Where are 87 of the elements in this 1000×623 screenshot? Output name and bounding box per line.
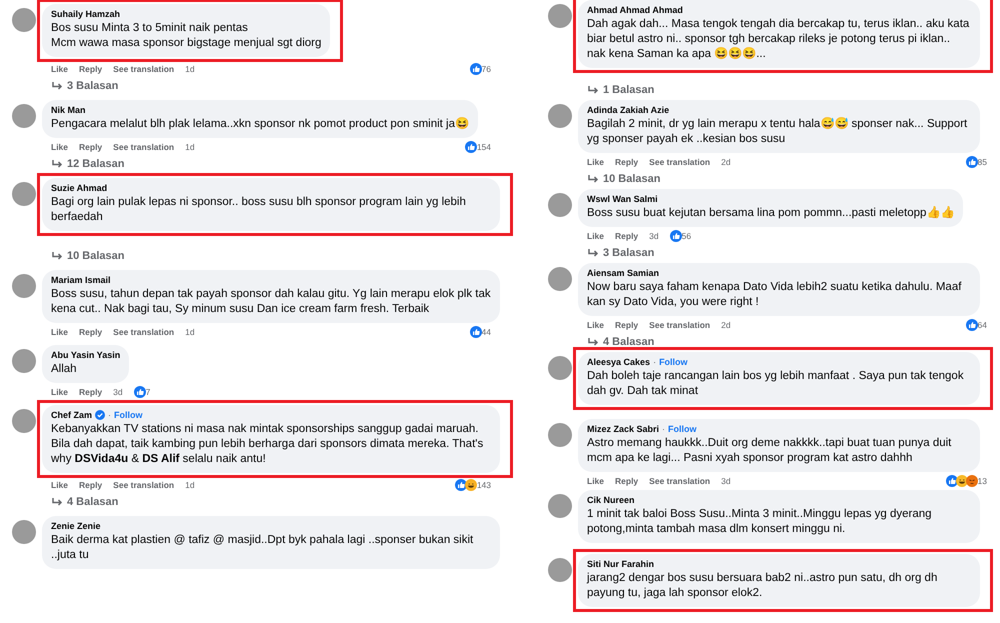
replies-link[interactable]: 10 Balasan (67, 250, 124, 262)
reaction-count[interactable]: 76 (482, 64, 491, 74)
reply-link[interactable]: Reply (615, 320, 638, 330)
comment-text: Boss susu buat kejutan bersama lina pom pommn...pasti meletopp👍👍 (587, 206, 954, 221)
comment-text: Now baru saya faham kenapa Dato Vida lebih2 suatu ketika dahulu. Maaf kan sy Dato Vida, you were right ! (587, 280, 962, 310)
like-link[interactable]: Like (587, 231, 604, 241)
reaction-count[interactable]: 44 (482, 327, 491, 337)
like-link[interactable]: Like (587, 320, 604, 330)
author-name[interactable]: Adinda Zakiah Azie (587, 105, 670, 115)
reply-link[interactable]: Reply (615, 157, 638, 167)
author-name[interactable]: Ahmad Ahmad Ahmad (587, 5, 683, 15)
see-translation-link[interactable]: See translation (113, 480, 174, 490)
comment-time: 1d (185, 142, 195, 152)
like-link[interactable]: Like (51, 327, 68, 337)
see-translation-link[interactable]: See translation (113, 327, 174, 337)
follow-link[interactable]: Follow (668, 424, 697, 434)
author-name[interactable]: Wswl Wan Salmi (587, 194, 658, 204)
comment-time: 1d (185, 480, 195, 490)
author-name[interactable]: Abu Yasin Yasin (51, 350, 120, 360)
comment-text: Dah agak dah... Masa tengok tengah dia bercakap tu, terus iklan.. aku kata biar betul astro ni.. sponsor tgh bercakap rileks je potong terus pi iklan.. nak kena Saman ka apa 😆😆😆... (587, 17, 970, 62)
replies-link[interactable]: 12 Balasan (67, 158, 124, 170)
reaction-count[interactable]: 64 (978, 320, 987, 330)
reply-link[interactable]: Reply (79, 64, 102, 74)
comment-text: Bagilah 2 minit, dr yg lain merapu x tentu hala😅😅 sponser nak... Support yg sponser payah ek ..kesian bos susu (587, 117, 968, 147)
replies-link[interactable]: 10 Balasan (603, 173, 660, 185)
author-name[interactable]: Siti Nur Farahin (587, 559, 654, 569)
comment-time: 3d (113, 387, 123, 397)
reply-link[interactable]: Reply (79, 480, 102, 490)
comment-time: 2d (721, 157, 731, 167)
comment-text: Bagi org lain pulak lepas ni sponsor.. boss susu blh sponsor program lain yg lebih berfaedah (51, 195, 467, 225)
like-link[interactable]: Like (587, 476, 604, 486)
reaction-count[interactable]: 143 (476, 480, 491, 490)
reply-link[interactable]: Reply (79, 327, 102, 337)
like-link[interactable]: Like (51, 64, 68, 74)
replies-link[interactable]: 4 Balasan (67, 496, 118, 508)
see-translation-link[interactable]: See translation (649, 320, 710, 330)
like-link[interactable]: Like (51, 480, 68, 490)
comment-text: Pengacara melalut blh plak lelama..xkn sponsor nk pomot product pon sminit ja😆 (51, 117, 469, 132)
like-link[interactable]: Like (587, 157, 604, 167)
see-translation-link[interactable]: See translation (649, 476, 710, 486)
follow-link[interactable]: Follow (114, 410, 143, 420)
reaction-count[interactable]: 85 (978, 157, 987, 167)
author-name[interactable]: Suhaily Hamzah (51, 9, 120, 19)
author-name[interactable]: Cik Nureen (587, 495, 635, 505)
separator-dot: · (662, 424, 666, 434)
see-translation-link[interactable]: See translation (649, 157, 710, 167)
comment-time: 3d (649, 231, 659, 241)
follow-link[interactable]: Follow (659, 357, 688, 367)
author-name[interactable]: Mizez Zack Sabri (587, 424, 660, 434)
like-link[interactable]: Like (51, 387, 68, 397)
reaction-count[interactable]: 154 (476, 142, 491, 152)
replies-link[interactable]: 4 Balasan (603, 336, 654, 348)
reply-link[interactable]: Reply (615, 476, 638, 486)
reaction-count[interactable]: 7 (146, 387, 150, 397)
comment-text: Bos susu Minta 3 to 5minit naik pentas Mcm wawa masa sponsor bigstage menjual sgt diorg (51, 21, 322, 51)
reply-link[interactable]: Reply (79, 387, 102, 397)
comment-time: 1d (185, 64, 195, 74)
comment-text: Kebanyakkan TV stations ni masa nak mintak sponsorships sanggup gadai maruah. Bila dah dapat, taik kambing pun lebih berharga dari sponsors dimata mereka. That's why DSVida4u & DS Alif selalu naik antu! (51, 422, 484, 467)
author-name[interactable]: Aleesya Cakes (587, 357, 650, 367)
comment-text: Dah boleh taje rancangan lain bos yg lebih manfaat . Saya pun tak tengok dah gv. Dah tak minat (587, 369, 965, 399)
comment-time: 1d (185, 327, 195, 337)
see-translation-link[interactable]: See translation (113, 64, 174, 74)
reply-link[interactable]: Reply (79, 142, 102, 152)
reaction-count[interactable]: 56 (682, 231, 692, 241)
author-name[interactable]: Suzie Ahmad (51, 183, 108, 193)
author-name[interactable]: Aiensam Samian (587, 268, 660, 278)
comment-time: 3d (721, 476, 731, 486)
see-translation-link[interactable]: See translation (113, 142, 174, 152)
comment-text: Baik derma kat plastien @ tafiz @ masjid..Dpt byk pahala lagi ..sponser bukan sikit ..juta tu (51, 533, 474, 563)
replies-link[interactable]: 3 Balasan (67, 80, 118, 92)
comment-text: jarang2 dengar bos susu bersuara bab2 ni..astro pun satu, dh org dh payung tu, jaga lah sponsor elok2. (587, 571, 938, 601)
replies-link[interactable]: 1 Balasan (603, 84, 654, 96)
author-name[interactable]: Zenie Zenie (51, 521, 101, 531)
author-name[interactable]: Mariam Ismail (51, 275, 111, 285)
comment-text: Boss susu, tahun depan tak payah sponsor dah kalau gitu. Yg lain merapu elok plk tak kena cut.. Nak bagi tau, Sy minum susu Dan ice cream farm fresh. Terbaik (51, 287, 491, 317)
separator-dot: · (653, 357, 656, 367)
comment-time: 2d (721, 320, 731, 330)
comment-text: 1 minit tak baloi Boss Susu..Minta 3 minit..Minggu lepas yg dyerang potong,minta tambah masa dlm konsert minggu ni. (587, 507, 933, 537)
replies-link[interactable]: 3 Balasan (603, 247, 654, 259)
author-name[interactable]: Nik Man (51, 105, 86, 115)
separator-dot: · (108, 410, 112, 420)
like-link[interactable]: Like (51, 142, 68, 152)
reaction-count[interactable]: 13 (978, 476, 987, 486)
comment-text: Astro memang haukkk..Duit org deme nakkkk..tapi buat tuan punya duit mcm apa ke lagi... Pasni xyah sponsor program kat astro dahhh (587, 436, 952, 466)
reply-link[interactable]: Reply (615, 231, 638, 241)
author-name[interactable]: Chef Zam (51, 410, 92, 420)
comment-text: Allah (51, 362, 78, 377)
